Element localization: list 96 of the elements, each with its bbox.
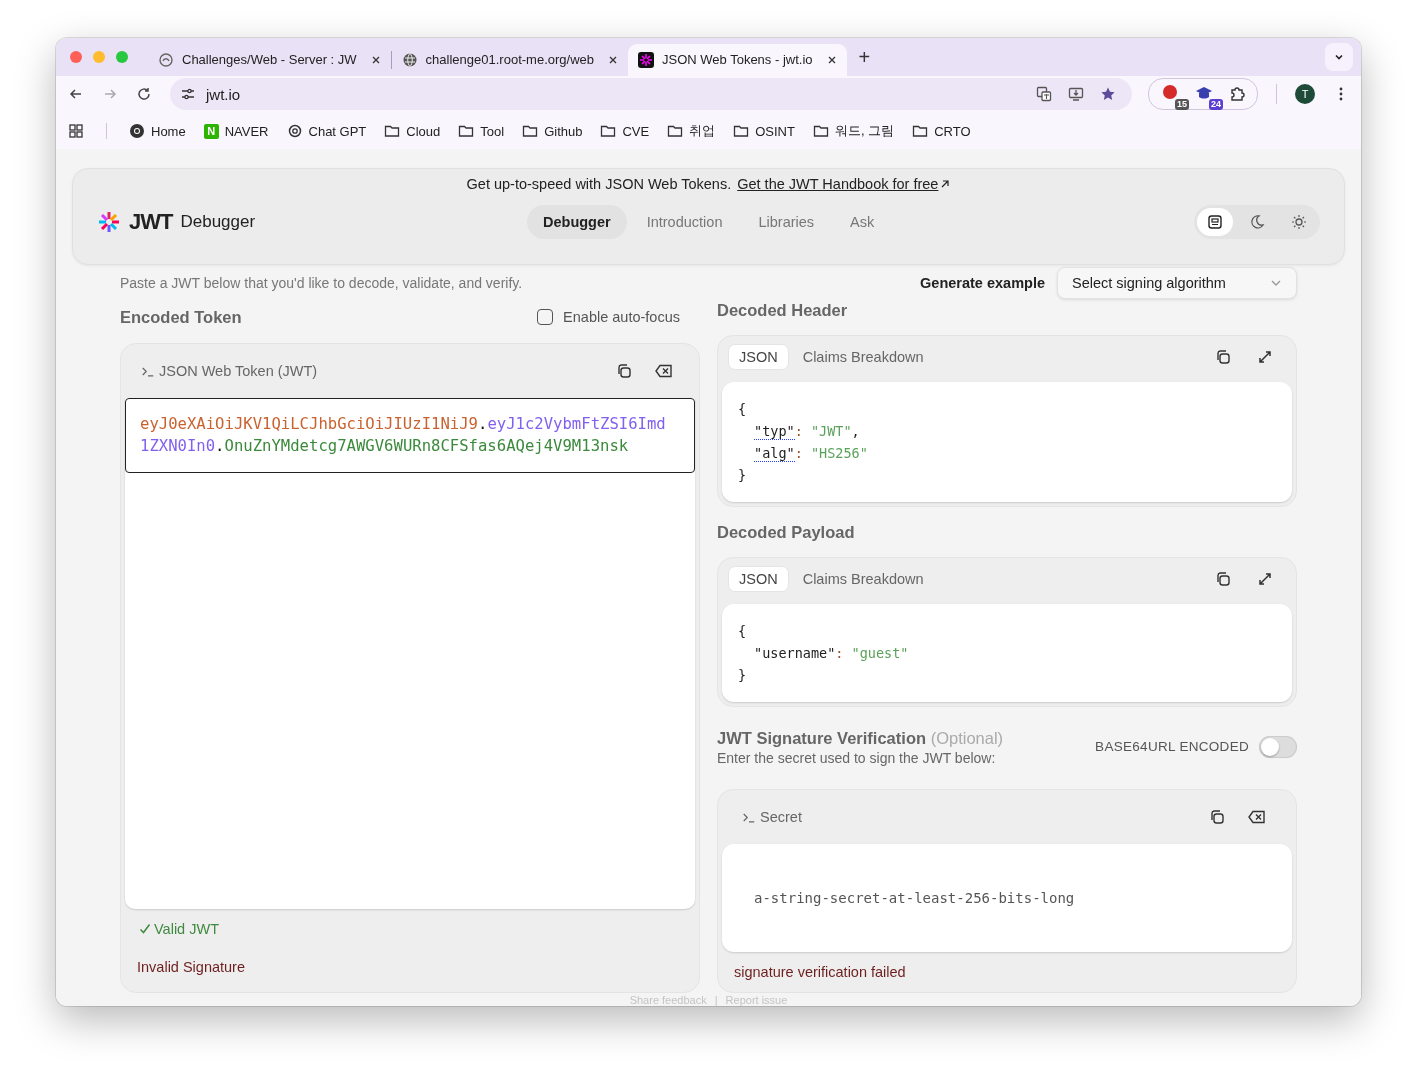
browser-tab[interactable]: JSON Web Tokens - jwt.io xyxy=(628,43,847,76)
code-line: } xyxy=(738,666,748,685)
clear-icon[interactable] xyxy=(655,363,673,379)
signature-subtitle: Enter the secret used to sign the JWT below: xyxy=(717,750,997,766)
code-line: { xyxy=(738,400,748,419)
close-tab-icon[interactable] xyxy=(370,54,381,65)
translate-icon[interactable] xyxy=(1036,86,1052,103)
close-tab-icon[interactable] xyxy=(608,54,618,65)
handbook-link[interactable]: Get the JWT Handbook for free xyxy=(737,176,951,192)
nav-link[interactable]: Ask xyxy=(834,205,891,239)
browser-tab[interactable]: challenge01.root-me.org/web xyxy=(391,43,628,76)
count-badge: 24 xyxy=(1209,99,1223,111)
view-tab[interactable]: JSON xyxy=(728,566,789,592)
token-text: eyJ0eXAiOiJKV1QiLCJhbGciOiJIUzI1NiJ9.eyJ1c2VybmFtZSI6Imd1ZXN0In0.OnuZnYMdetcg7AWGV6WURn8CFSfas6AQej4V9M13nsk xyxy=(125,398,695,473)
clear-icon[interactable] xyxy=(1248,809,1266,825)
count-badge: 15 xyxy=(1175,99,1189,111)
swirl-icon xyxy=(158,51,174,68)
secret-input[interactable]: a-string-secret-at-least-256-bits-long xyxy=(722,844,1292,952)
profile-avatar[interactable]: T xyxy=(1295,84,1315,105)
bookmark[interactable]: Home xyxy=(129,123,186,140)
ring-logo-icon xyxy=(286,123,303,140)
signature-title: JWT Signature Verification (Optional) xyxy=(717,729,1004,748)
logo-wordmark: JWT xyxy=(129,209,173,235)
puzzle-icon[interactable] xyxy=(1229,86,1245,103)
brand-title: Debugger xyxy=(180,212,256,232)
view-tab[interactable]: JSON xyxy=(728,344,789,370)
browser-logo-icon xyxy=(129,123,145,140)
expand-icon[interactable] xyxy=(1256,571,1274,587)
flower-logo-icon xyxy=(638,51,654,68)
checkbox[interactable] xyxy=(537,309,554,325)
globe-icon xyxy=(401,51,418,68)
code-line: } xyxy=(738,466,748,485)
toggle-label: BASE64URL ENCODED xyxy=(1095,739,1249,754)
copy-icon[interactable] xyxy=(1214,571,1232,587)
folder-icon xyxy=(667,123,684,140)
generate-example-label: Generate example xyxy=(920,275,1045,291)
valid-status: Valid JWT xyxy=(154,921,219,937)
nav-link[interactable]: Debugger xyxy=(527,205,627,239)
new-tab-button[interactable]: + xyxy=(858,46,871,70)
folder-icon xyxy=(458,123,475,140)
bookmark[interactable]: Tool xyxy=(458,123,505,140)
folder-icon xyxy=(733,123,750,140)
banner-text: Get up-to-speed with JSON Web Tokens. xyxy=(466,176,732,192)
nav-link[interactable]: Libraries xyxy=(742,205,831,239)
naver-logo-icon: N xyxy=(203,123,219,139)
terminal-icon xyxy=(742,811,756,823)
token-input[interactable]: eyJ0eXAiOiJKV1QiLCJhbGciOiJIUzI1NiJ9.eyJ1c2VybmFtZSI6Imd1ZXN0In0.OnuZnYMdetcg7AWGV6WURn8CFSfas6AQej4V9M13nsk xyxy=(125,398,695,909)
bookmark[interactable]: Cloud xyxy=(384,123,441,140)
folder-icon xyxy=(812,123,829,140)
star-icon[interactable] xyxy=(1100,86,1116,103)
expand-icon[interactable] xyxy=(1256,349,1274,365)
code-line: "typ": "JWT", xyxy=(753,422,861,442)
signature-status: Invalid Signature xyxy=(137,959,246,975)
install-icon[interactable] xyxy=(1068,86,1084,103)
monitor-icon[interactable] xyxy=(1197,208,1233,236)
bookmark[interactable]: Github xyxy=(522,123,583,140)
folder-icon xyxy=(600,123,617,140)
code-line: "username": "guest" xyxy=(753,644,910,663)
copy-icon[interactable] xyxy=(1214,349,1232,365)
section-heading: Decoded Payload xyxy=(717,523,856,543)
bookmark[interactable]: N NAVER xyxy=(203,123,269,139)
flower-logo-icon xyxy=(97,210,121,234)
code-line: "alg": "HS256" xyxy=(753,444,869,464)
address-bar[interactable]: jwt.io xyxy=(170,78,1132,111)
nav-link[interactable]: Introduction xyxy=(630,205,739,239)
copy-icon[interactable] xyxy=(1208,809,1226,825)
folder-icon xyxy=(522,123,539,140)
check-icon xyxy=(139,923,151,935)
bookmark[interactable]: 워드, 그림 xyxy=(812,122,895,141)
section-heading: Encoded Token xyxy=(120,307,242,327)
close-tab-icon[interactable] xyxy=(826,54,837,65)
checkbox-label: Enable auto-focus xyxy=(563,309,680,325)
bookmark[interactable]: CVE xyxy=(600,123,650,140)
reload-icon[interactable] xyxy=(136,86,152,103)
toggle-switch[interactable] xyxy=(1259,736,1297,758)
bookmark[interactable]: OSINT xyxy=(733,123,795,140)
panel-title: Secret xyxy=(760,809,802,825)
folder-icon xyxy=(384,123,401,140)
copy-icon[interactable] xyxy=(615,363,633,379)
folder-icon xyxy=(912,123,929,140)
verification-status: signature verification failed xyxy=(734,964,907,980)
algorithm-select[interactable]: Select signing algorithm xyxy=(1057,267,1297,299)
terminal-icon xyxy=(141,365,155,377)
code-line: { xyxy=(738,622,748,641)
external-link-icon xyxy=(940,179,951,189)
section-heading: Decoded Header xyxy=(717,301,849,321)
view-tab[interactable]: Claims Breakdown xyxy=(792,345,934,369)
footer-separator: | xyxy=(714,994,718,1006)
bookmark[interactable]: Chat GPT xyxy=(286,123,367,140)
apps-grid-icon[interactable] xyxy=(68,123,84,140)
bookmark[interactable]: 취업 xyxy=(667,122,716,141)
browser-tab[interactable]: Challenges/Web - Server : JW xyxy=(148,43,391,76)
panel-title: JSON Web Token (JWT) xyxy=(159,363,318,379)
intro-text: Paste a JWT below that you'd like to decode, validate, and verify. xyxy=(120,275,523,291)
view-tab[interactable]: Claims Breakdown xyxy=(792,567,934,591)
bookmark[interactable]: CRTO xyxy=(912,123,971,140)
